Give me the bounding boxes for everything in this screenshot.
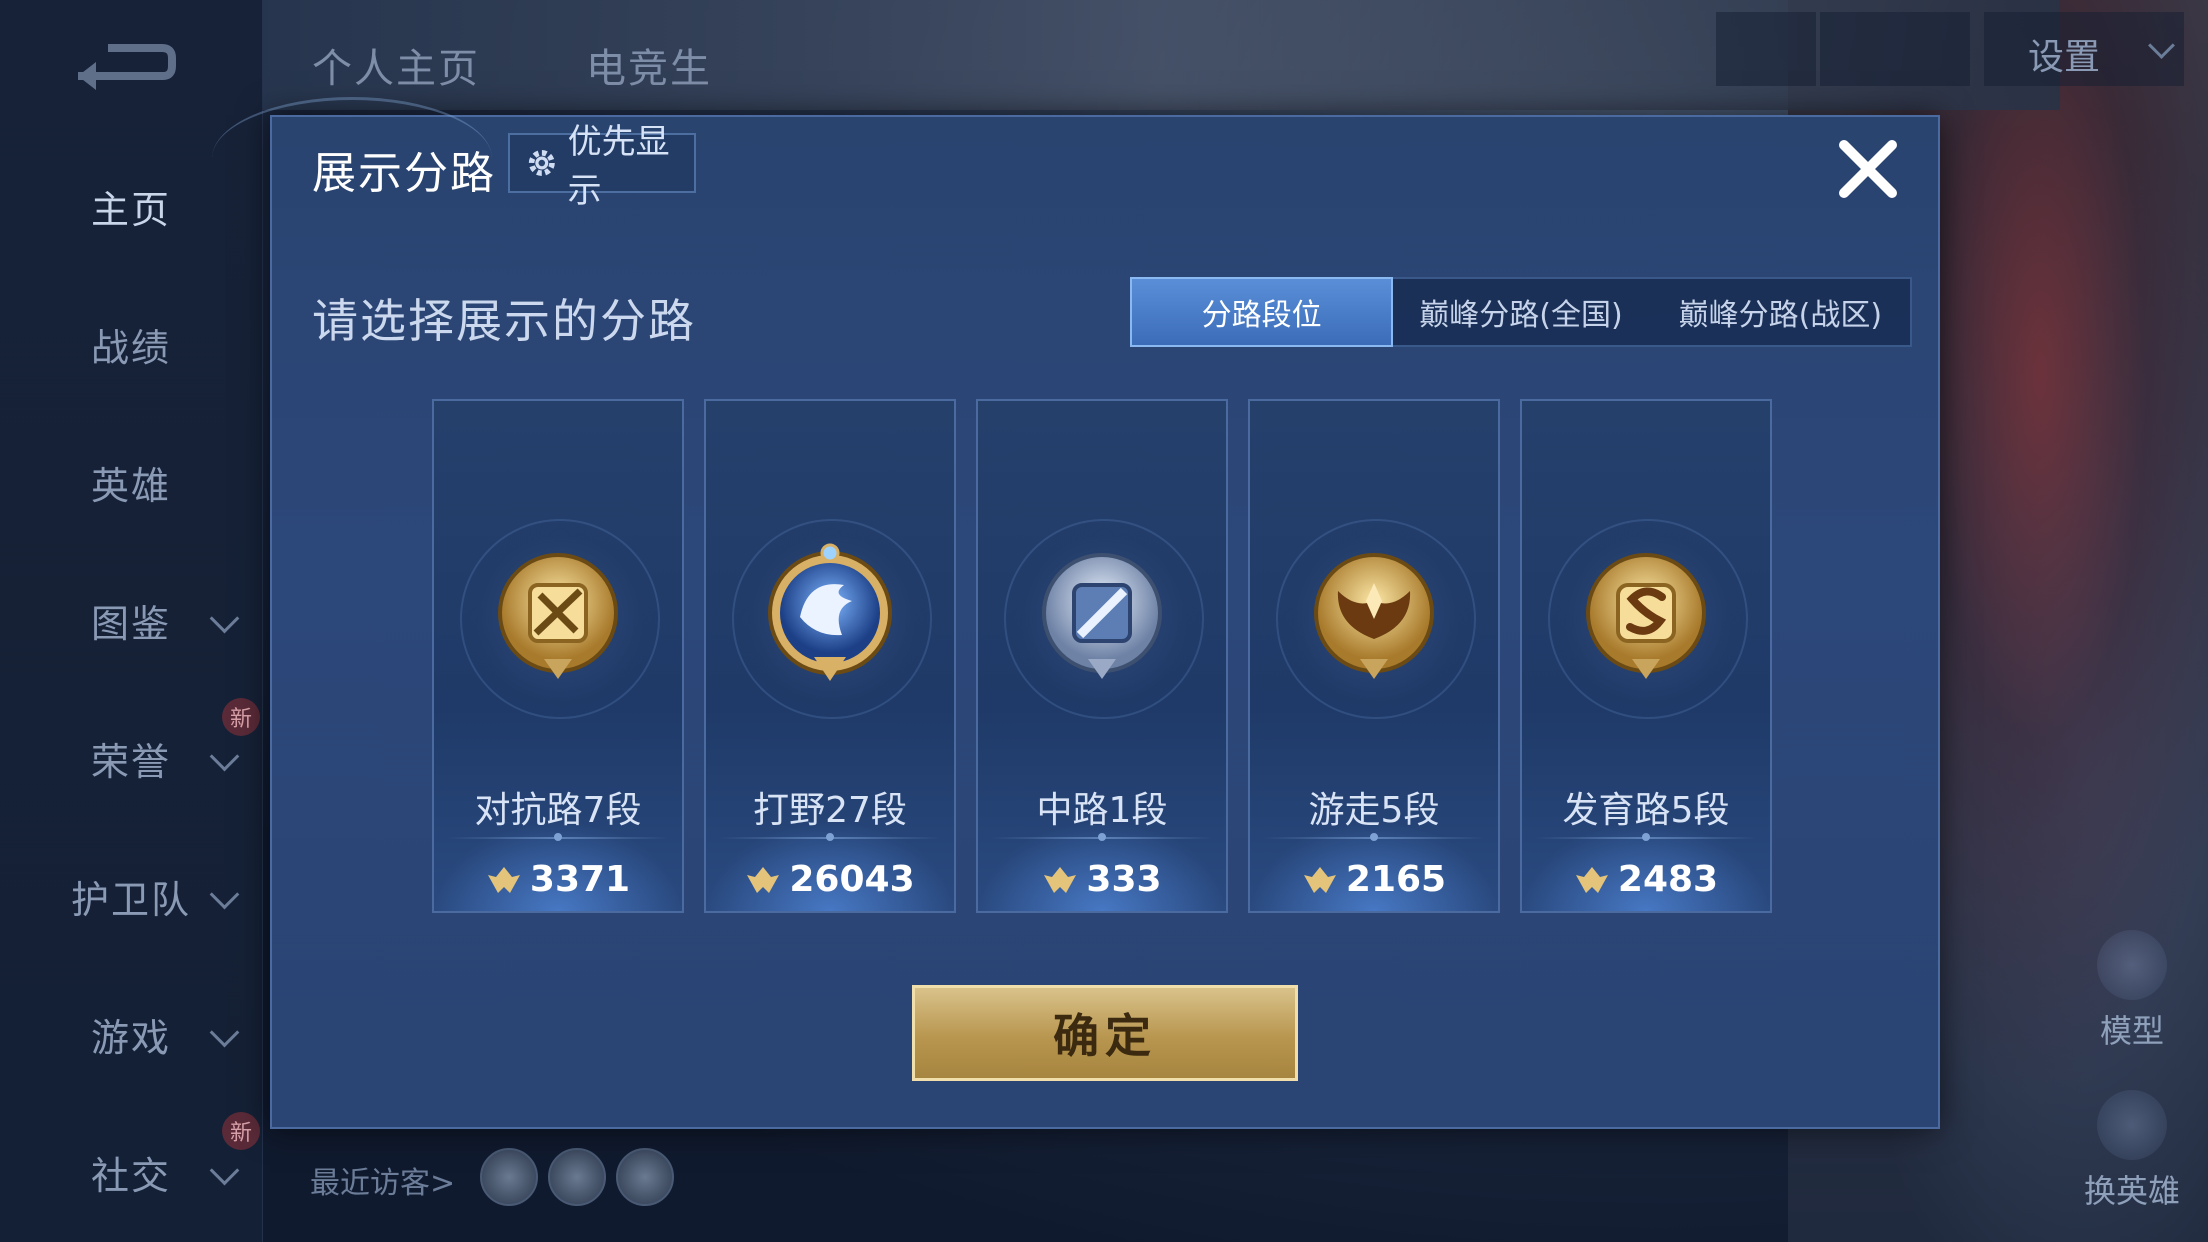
lane-score-value: 2165 xyxy=(1345,859,1447,900)
model-icon xyxy=(2097,930,2167,1000)
sidebar-item-codex[interactable]: 图鉴 xyxy=(0,580,262,660)
notice-box[interactable] xyxy=(1820,12,1970,86)
recent-visitors-link[interactable]: 最近访客> xyxy=(310,1158,455,1202)
tab-profile[interactable]: 个人主页 xyxy=(312,36,480,94)
sidebar-item-honor[interactable]: 荣誉 新 xyxy=(0,698,262,798)
lane-card-farm[interactable]: 发育路5段 2483 xyxy=(1520,399,1772,913)
sidebar-item-label: 主页 xyxy=(90,187,171,232)
sidebar-item-label: 游戏 xyxy=(90,1015,171,1060)
shield-s-emblem-icon xyxy=(1586,553,1706,679)
lane-name: 中路1段 xyxy=(1036,790,1168,831)
sidebar-item-label: 社交 xyxy=(90,1153,171,1198)
chevron-down-icon xyxy=(209,879,240,910)
sidebar-item-label: 战绩 xyxy=(90,325,171,370)
sidebar-item-games[interactable]: 游戏 xyxy=(0,994,262,1074)
chevron-down-icon xyxy=(209,603,240,634)
lane-cards: 对抗路7段 3371 打野27段 26043 中路1段 333 游走5段 216… xyxy=(432,399,1832,919)
divider-dot xyxy=(1098,833,1106,841)
sidebar-item-social[interactable]: 社交 新 xyxy=(0,1112,262,1212)
lane-score: 26043 xyxy=(706,859,954,900)
lane-card-jungle[interactable]: 打野27段 26043 xyxy=(704,399,956,913)
settings-label: 设置 xyxy=(2028,37,2101,78)
model-label: 模型 xyxy=(2099,1012,2164,1050)
sidebar-item-guard[interactable]: 护卫队 xyxy=(0,856,262,936)
lane-name: 对抗路7段 xyxy=(474,790,642,831)
sidebar-item-records[interactable]: 战绩 xyxy=(0,304,262,384)
select-lane-heading: 请选择展示的分路 xyxy=(312,294,696,348)
switch-hero-label: 换英雄 xyxy=(2083,1172,2180,1210)
lane-card-roam[interactable]: 游走5段 2165 xyxy=(1248,399,1500,913)
sidebar-item-label: 荣誉 xyxy=(90,739,171,784)
dragon-emblem-icon xyxy=(768,543,892,681)
lane-score: 333 xyxy=(978,859,1226,900)
lane-name: 发育路5段 xyxy=(1562,790,1730,831)
switch-hero-icon xyxy=(2097,1090,2167,1160)
lane-name: 打野27段 xyxy=(753,790,907,831)
divider-dot xyxy=(1642,833,1650,841)
lane-card-mid[interactable]: 中路1段 333 xyxy=(976,399,1228,913)
sidebar-item-label: 图鉴 xyxy=(90,601,171,646)
lane-score-value: 333 xyxy=(1086,859,1162,900)
avatar[interactable] xyxy=(480,1148,538,1206)
gear-icon xyxy=(528,149,555,177)
chevron-down-icon xyxy=(209,741,240,772)
tab-peak-region[interactable]: 巅峰分路(战区) xyxy=(1651,279,1910,345)
confirm-button[interactable]: 确定 xyxy=(912,985,1298,1081)
power-icon xyxy=(1044,866,1077,893)
tab-esports[interactable]: 电竞生 xyxy=(586,36,712,94)
lane-score: 2165 xyxy=(1250,859,1498,900)
bell-icon[interactable] xyxy=(1716,12,1816,86)
staff-emblem-icon xyxy=(1042,553,1162,679)
avatar[interactable] xyxy=(616,1148,674,1206)
lane-name: 游走5段 xyxy=(1308,790,1440,831)
power-icon xyxy=(487,866,520,893)
new-badge: 新 xyxy=(222,698,260,736)
sword-emblem-icon xyxy=(498,553,618,679)
divider-dot xyxy=(826,833,834,841)
wings-emblem-icon xyxy=(1314,553,1434,679)
model-button[interactable]: 模型 xyxy=(2072,930,2192,1052)
switch-hero-button[interactable]: 换英雄 xyxy=(2072,1090,2192,1212)
tab-peak-national[interactable]: 巅峰分路(全国) xyxy=(1391,279,1650,345)
lane-score-value: 26043 xyxy=(789,859,915,900)
sidebar-item-label: 英雄 xyxy=(90,463,171,508)
back-arrow-icon[interactable] xyxy=(68,36,178,96)
divider-dot xyxy=(1370,833,1378,841)
chevron-down-icon xyxy=(209,1017,240,1048)
sidebar-item-heroes[interactable]: 英雄 xyxy=(0,442,262,522)
sidebar: 主页 战绩 英雄 图鉴 荣誉 新 护卫队 游戏 社交 新 xyxy=(0,0,263,1242)
lane-display-modal: 展示分路 优先显示 请选择展示的分路 分路段位 巅峰分路(全国) 巅峰分路(战区… xyxy=(212,97,1940,1129)
power-icon xyxy=(747,866,780,893)
chevron-down-icon xyxy=(209,1155,240,1186)
tab-lane-rank[interactable]: 分路段位 xyxy=(1130,277,1394,347)
divider-dot xyxy=(554,833,562,841)
new-badge: 新 xyxy=(222,1112,260,1150)
lane-score-value: 2483 xyxy=(1617,859,1719,900)
lane-score-value: 3371 xyxy=(529,859,631,900)
priority-display-button[interactable]: 优先显示 xyxy=(508,122,696,211)
lane-card-top[interactable]: 对抗路7段 3371 xyxy=(432,399,684,913)
lane-type-tabs: 分路段位 巅峰分路(全国) 巅峰分路(战区) xyxy=(1130,277,1912,347)
close-icon[interactable] xyxy=(1832,133,1904,205)
priority-display-label: 优先显示 xyxy=(567,122,670,211)
modal-title: 展示分路 xyxy=(312,148,496,199)
power-icon xyxy=(1575,866,1608,893)
power-icon xyxy=(1303,866,1336,893)
sidebar-item-label: 护卫队 xyxy=(70,877,191,922)
lane-score: 3371 xyxy=(434,859,682,900)
lane-score: 2483 xyxy=(1522,859,1770,900)
avatar[interactable] xyxy=(548,1148,606,1206)
